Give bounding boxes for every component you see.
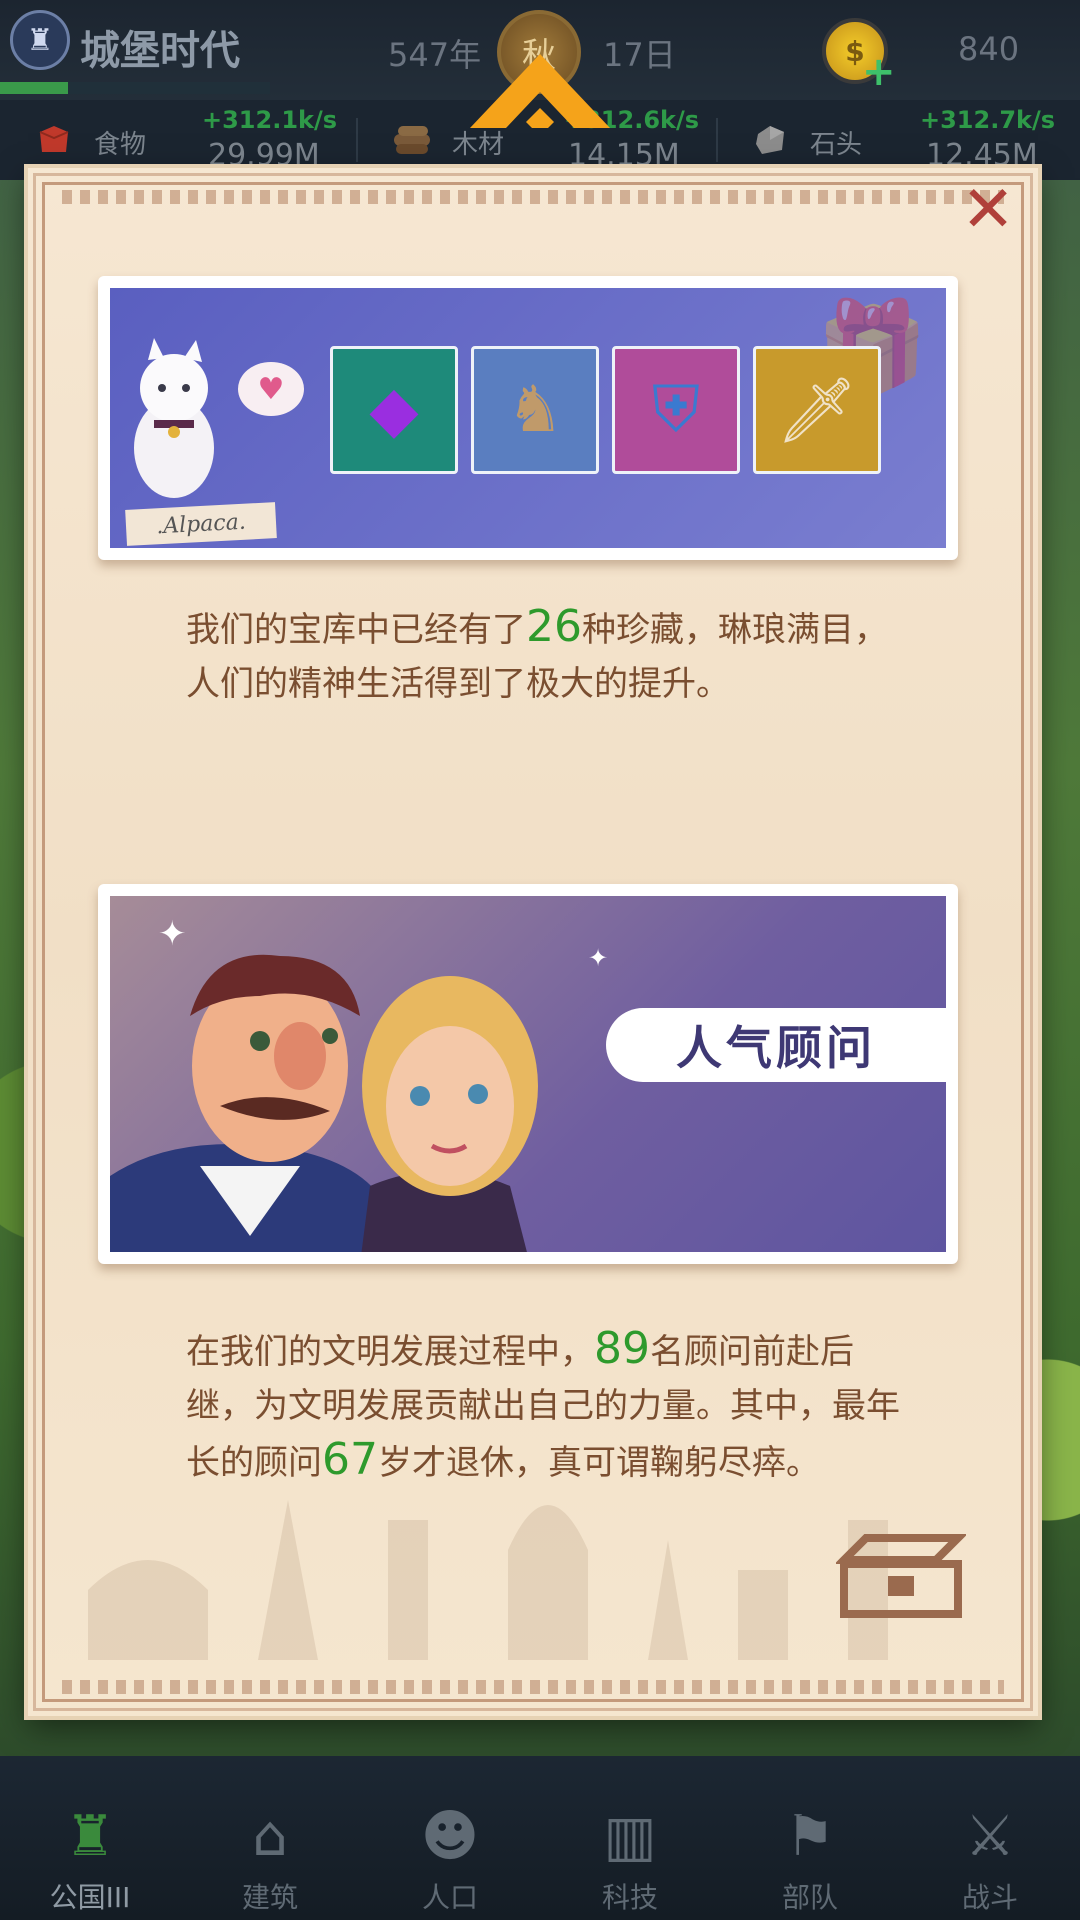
treasure-chest-icon [836,1534,966,1618]
advisor-card: ✦ ✦ 人气顾问 [98,884,958,1264]
person-icon: ☻ [420,1803,480,1869]
treasury-banner: 🎁 ♥ .Alpaca. ◆ ♞ ⛨ 🗡 [110,288,946,548]
advisor-text-pre: 在我们的文明发展过程中， [186,1332,594,1372]
divider [716,118,718,162]
ornament-bottom [62,1680,1004,1694]
city-progress-bar [0,82,270,94]
add-coins-icon[interactable]: + [862,52,896,92]
book-icon: ▥ [603,1803,657,1869]
house-icon: ⌂ [252,1803,288,1869]
advisor-title: 人气顾问 [606,1008,946,1082]
alpaca-name-tag: .Alpaca. [125,502,277,546]
scroll-up-arrow-icon[interactable] [470,48,610,128]
city-progress-fill [0,82,68,94]
tab-principality[interactable]: ♜ 公国III [0,1756,180,1920]
heart-bubble-icon: ♥ [238,362,304,416]
castle-icon: ♜ [64,1803,116,1869]
banner-icon: ⚑ [784,1803,836,1869]
resource-name: 木材 [452,130,505,160]
bottom-nav: ♜ 公国III ⌂ 建筑 ☻ 人口 ▥ 科技 ⚑ 部队 ⚔ 战斗 [0,1756,1080,1920]
shield-sword-icon: ⛨ [612,346,740,474]
resource-rate: +312.7k/s [920,106,1056,134]
tab-buildings[interactable]: ⌂ 建筑 [180,1756,360,1920]
resource-name: 食物 [94,130,147,160]
tab-label: 战斗 [961,1881,1018,1914]
year-label: 547年 [388,36,482,74]
tab-technology[interactable]: ▥ 科技 [540,1756,720,1920]
coin-count: 840 [958,30,1020,68]
tab-population[interactable]: ☻ 人口 [360,1756,540,1920]
treasure-count: 26 [526,601,582,652]
tab-label: 建筑 [241,1881,298,1914]
tab-label: 科技 [601,1881,658,1914]
food-icon [39,126,69,152]
advisor-banner: ✦ ✦ 人气顾问 [110,896,946,1252]
close-icon[interactable]: ✕ [958,178,1018,242]
treasury-card: 🎁 ♥ .Alpaca. ◆ ♞ ⛨ 🗡 [98,276,958,560]
tab-label: 人口 [421,1881,478,1914]
resource-name: 石头 [810,130,863,160]
wood-icon [394,126,430,154]
treasury-description: 我们的宝库中已经有了26种珍藏，琳琅满目，人们的精神生活得到了极大的提升。 [186,600,906,711]
sparkle-icon: ✦ [588,944,609,972]
crossed-swords-icon: ⚔ [964,1803,1016,1869]
statue-icon: ♞ [471,346,599,474]
city-name[interactable]: 城堡时代 [80,18,240,76]
advisors-portrait-icon [110,954,538,1252]
alpaca-mascot-icon [134,338,214,498]
sparkle-icon: ✦ [158,914,187,954]
dagger-icon: 🗡 [753,346,881,474]
tab-label: 部队 [781,1881,838,1914]
divider [356,118,358,162]
resource-rate: +312.1k/s [202,106,338,134]
ornament-top [62,190,1004,204]
tab-battle[interactable]: ⚔ 战斗 [900,1756,1080,1920]
treasury-text-pre: 我们的宝库中已经有了 [186,610,526,650]
advisor-count: 89 [594,1323,650,1374]
stone-icon [756,126,784,154]
day-label: 17日 [603,36,676,74]
tab-label: 公国III [49,1881,131,1914]
purple-crystal-icon: ◆ [330,346,458,474]
castle-emblem-icon[interactable]: ♜ [10,10,70,70]
tab-troops[interactable]: ⚑ 部队 [720,1756,900,1920]
stats-scroll-dialog: ✕ 🎁 ♥ .Alpaca. ◆ ♞ ⛨ 🗡 我们的宝库中已经有了26种珍藏，琳… [28,168,1038,1716]
